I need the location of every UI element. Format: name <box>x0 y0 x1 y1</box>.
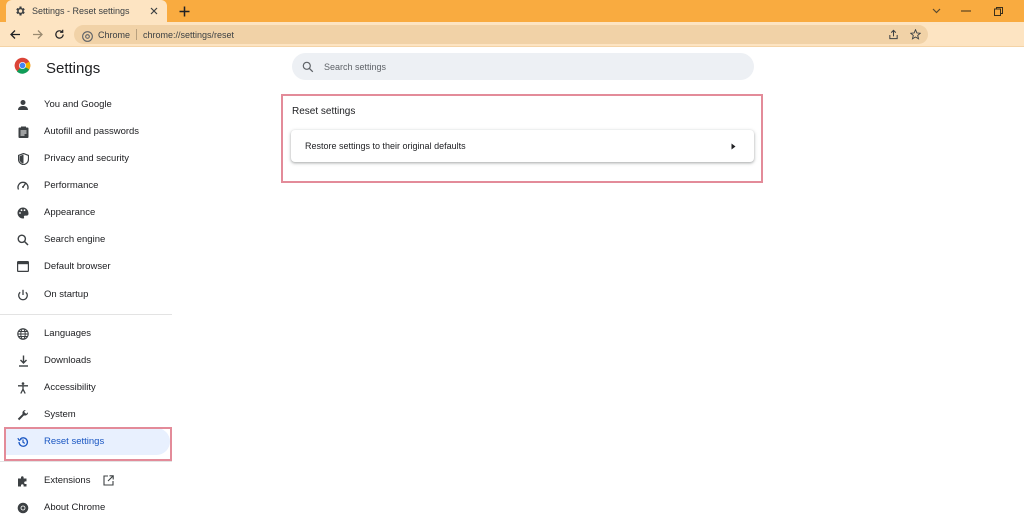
restore-defaults-label: Restore settings to their original defau… <box>305 141 466 151</box>
puzzle-icon <box>16 474 30 488</box>
sidebar-item-system[interactable]: System <box>5 401 170 428</box>
sidebar-item-label: Appearance <box>44 207 96 218</box>
share-icon[interactable] <box>887 28 900 41</box>
sidebar-item-search-engine[interactable]: Search engine <box>5 226 170 253</box>
new-tab-button[interactable] <box>176 3 192 19</box>
sidebar-item-on-startup[interactable]: On startup <box>5 281 170 308</box>
search-input[interactable] <box>324 61 724 72</box>
sidebar-highlight-box <box>4 427 172 461</box>
download-icon <box>16 354 30 368</box>
palette-icon <box>16 206 30 220</box>
reload-icon <box>54 29 64 39</box>
omnibox-separator <box>136 29 138 40</box>
sidebar-item-label: On startup <box>44 289 89 300</box>
bookmark-star-icon[interactable] <box>909 28 922 41</box>
sidebar-divider <box>0 461 172 462</box>
plus-icon <box>179 6 189 16</box>
sidebar-item-languages[interactable]: Languages <box>5 320 170 347</box>
tab-title: Settings - Reset settings <box>32 6 130 16</box>
chrome-icon <box>16 501 30 515</box>
forward-button[interactable] <box>30 27 44 41</box>
sidebar-item-label: Performance <box>44 180 99 191</box>
tab-strip: Settings - Reset settings <box>0 0 1024 22</box>
globe-icon <box>16 327 30 341</box>
sidebar-item-extensions[interactable]: Extensions <box>5 467 170 494</box>
browser-window-icon <box>16 260 30 274</box>
back-arrow-icon <box>9 29 20 39</box>
sidebar-item-label: Extensions <box>44 475 91 486</box>
sidebar-item-label: Languages <box>44 328 92 339</box>
sidebar-item-default-browser[interactable]: Default browser <box>5 253 170 280</box>
sidebar-item-autofill[interactable]: Autofill and passwords <box>5 118 170 145</box>
reload-button[interactable] <box>52 27 66 41</box>
sidebar-item-privacy[interactable]: Privacy and security <box>5 145 170 172</box>
address-bar[interactable]: Chrome chrome://settings/reset <box>74 25 928 44</box>
sidebar-item-appearance[interactable]: Appearance <box>5 199 170 226</box>
back-button[interactable] <box>8 27 22 41</box>
section-title: Reset settings <box>292 106 356 117</box>
sidebar-item-label: Autofill and passwords <box>44 126 140 137</box>
wrench-icon <box>16 408 30 422</box>
sidebar-item-label: Default browser <box>44 261 111 272</box>
sidebar-divider <box>0 314 172 315</box>
restore-button[interactable] <box>990 3 1006 19</box>
speedometer-icon <box>16 179 30 193</box>
page-title: Settings <box>46 59 101 77</box>
sidebar-item-accessibility[interactable]: Accessibility <box>5 374 170 401</box>
open-in-new-icon <box>103 475 114 486</box>
chevron-down-icon <box>932 8 940 14</box>
gear-icon <box>14 5 26 17</box>
search-icon <box>302 61 314 73</box>
settings-header: Settings <box>14 57 100 79</box>
sidebar-item-performance[interactable]: Performance <box>5 172 170 199</box>
sidebar-item-label: Downloads <box>44 355 91 366</box>
sidebar-item-you-and-google[interactable]: You and Google <box>5 91 170 118</box>
minimize-icon <box>961 10 971 12</box>
arrow-right-icon <box>728 141 738 151</box>
sidebar-item-label: Accessibility <box>44 382 96 393</box>
tab-settings[interactable]: Settings - Reset settings <box>6 0 167 22</box>
person-icon <box>16 98 30 112</box>
site-chip: Chrome <box>98 29 131 40</box>
sidebar-item-label: Privacy and security <box>44 153 130 164</box>
search-settings-field[interactable] <box>292 53 754 80</box>
sidebar-item-label: About Chrome <box>44 502 106 513</box>
clipboard-icon <box>16 125 30 139</box>
close-icon[interactable] <box>147 4 161 18</box>
restore-defaults-row[interactable]: Restore settings to their original defau… <box>291 130 754 162</box>
accessibility-icon <box>16 381 30 395</box>
forward-arrow-icon <box>32 29 43 39</box>
sidebar-item-about-chrome[interactable]: About Chrome <box>5 494 170 521</box>
sidebar-item-label: System <box>44 409 76 420</box>
toolbar: Chrome chrome://settings/reset <box>0 22 1024 47</box>
sidebar-item-downloads[interactable]: Downloads <box>5 347 170 374</box>
chrome-icon <box>82 29 93 42</box>
chrome-logo-icon <box>14 57 31 79</box>
restore-icon <box>993 6 1003 16</box>
url-text[interactable]: chrome://settings/reset <box>143 30 234 40</box>
sidebar-item-label: You and Google <box>44 99 112 110</box>
minimize-button[interactable] <box>958 3 974 19</box>
shield-icon <box>16 152 30 166</box>
tab-search-button[interactable] <box>928 3 944 19</box>
power-icon <box>16 288 30 302</box>
sidebar-item-label: Search engine <box>44 234 106 245</box>
search-icon <box>16 233 30 247</box>
